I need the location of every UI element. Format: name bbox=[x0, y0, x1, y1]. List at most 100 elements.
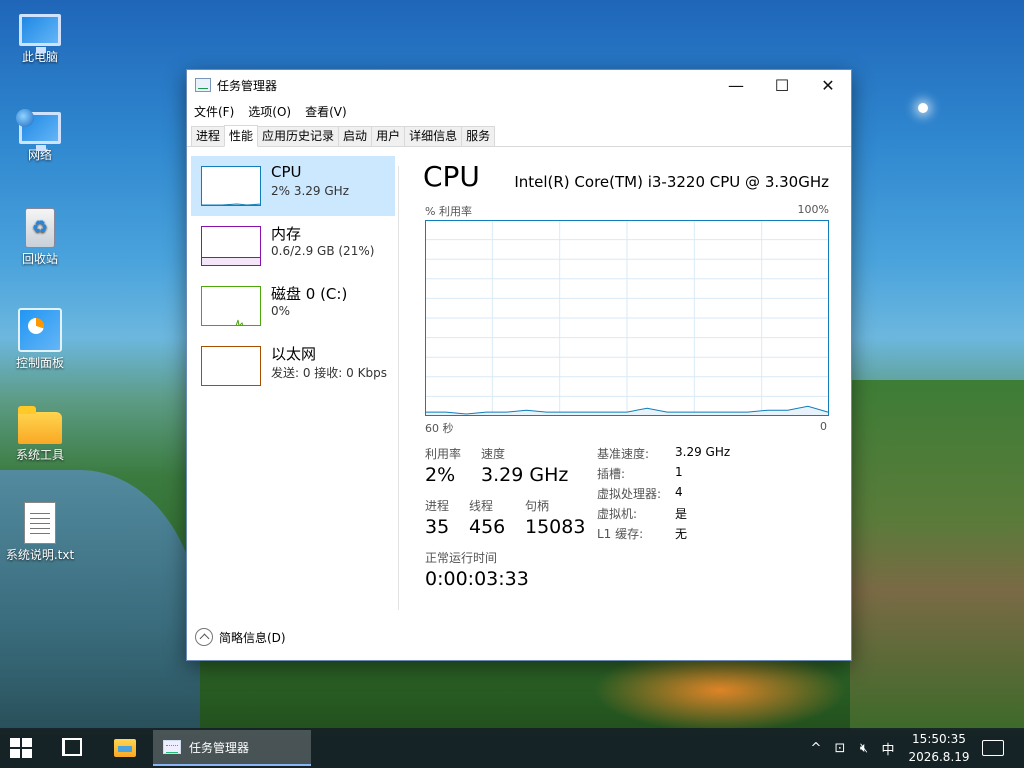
desktop-icon-recycle-bin[interactable]: 回收站 bbox=[0, 208, 80, 266]
volume-muted-icon[interactable]: 🔇︎ bbox=[852, 741, 876, 756]
menu-options[interactable]: 选项(O) bbox=[248, 103, 291, 120]
desktop-icon-label: 系统说明.txt bbox=[5, 548, 75, 562]
stat-label: 正常运行时间 bbox=[425, 551, 498, 565]
network-status-icon[interactable]: ⊡ bbox=[828, 741, 852, 756]
stat-processes: 进程 35 bbox=[425, 497, 449, 538]
network-icon bbox=[16, 109, 61, 151]
detail-key: 基准速度: bbox=[597, 447, 650, 461]
tab-app-history[interactable]: 应用历史记录 bbox=[257, 126, 340, 146]
close-button[interactable]: ✕ bbox=[805, 70, 851, 100]
clock[interactable]: 15:50:35 2026.8.19 bbox=[908, 730, 970, 766]
stat-threads: 线程 456 bbox=[469, 497, 505, 538]
stat-handles: 句柄 15083 bbox=[525, 497, 585, 538]
detail-value: 3.29 GHz bbox=[675, 445, 731, 459]
task-manager-window: 任务管理器 — ☐ ✕ 文件(F) 选项(O) 查看(V) 进程 性能 应用历史… bbox=[186, 69, 852, 661]
resource-name: CPU bbox=[271, 163, 302, 181]
cpu-model: Intel(R) Core(TM) i3-3220 CPU @ 3.30GHz bbox=[514, 173, 829, 191]
resource-item-ethernet[interactable]: 以太网 发送: 0 接收: 0 Kbps bbox=[191, 336, 395, 396]
menu-file[interactable]: 文件(F) bbox=[194, 103, 234, 120]
desktop-icon-control-panel[interactable]: 控制面板 bbox=[0, 308, 80, 370]
stat-uptime: 正常运行时间 0:00:03:33 bbox=[425, 549, 529, 590]
task-manager-app-icon bbox=[195, 78, 211, 92]
desktop-icon-readme[interactable]: 系统说明.txt bbox=[0, 502, 80, 562]
stat-value: 15083 bbox=[525, 516, 586, 538]
detail-key: 插槽: bbox=[597, 467, 626, 481]
windows-logo-icon bbox=[22, 749, 32, 758]
detail-row: L1 缓存: 无 bbox=[597, 525, 827, 545]
tab-services[interactable]: 服务 bbox=[461, 126, 496, 146]
detail-row: 虚拟处理器: 4 bbox=[597, 485, 827, 505]
minimize-button[interactable]: — bbox=[713, 70, 759, 100]
graph-x-left-label: 60 秒 bbox=[425, 422, 454, 435]
fewer-details-link[interactable]: 简略信息(D) bbox=[195, 628, 286, 646]
cpu-heading: CPU bbox=[423, 160, 480, 193]
detail-key: 虚拟机: bbox=[597, 507, 638, 521]
detail-key: L1 缓存: bbox=[597, 527, 644, 541]
tab-users[interactable]: 用户 bbox=[371, 126, 406, 146]
cpu-thumbnail-line bbox=[202, 203, 260, 205]
start-button[interactable] bbox=[10, 738, 32, 758]
desktop-icon-system-tools[interactable]: 系统工具 bbox=[0, 404, 80, 462]
stat-label: 线程 bbox=[469, 499, 494, 513]
desktop-icon-label: 控制面板 bbox=[15, 356, 64, 370]
stat-speed: 速度 3.29 GHz bbox=[481, 445, 568, 486]
detail-row: 基准速度: 3.29 GHz bbox=[597, 445, 827, 465]
control-panel-icon bbox=[18, 308, 62, 352]
stat-value: 35 bbox=[425, 516, 450, 538]
stat-value: 456 bbox=[469, 516, 506, 538]
windows-logo-icon bbox=[22, 738, 32, 747]
detail-value: 是 bbox=[675, 507, 688, 521]
memory-fill bbox=[202, 257, 260, 265]
tab-details[interactable]: 详细信息 bbox=[404, 126, 463, 146]
task-view-button[interactable] bbox=[62, 738, 82, 756]
file-explorer-button[interactable] bbox=[114, 739, 136, 757]
menu-view[interactable]: 查看(V) bbox=[305, 103, 347, 120]
resource-item-cpu[interactable]: CPU 2% 3.29 GHz bbox=[191, 156, 395, 216]
resource-name: 以太网 bbox=[271, 345, 317, 363]
tab-strip: 进程 性能 应用历史记录 启动 用户 详细信息 服务 bbox=[187, 125, 851, 147]
resource-detail: 2% 3.29 GHz bbox=[271, 184, 350, 198]
resource-list: CPU 2% 3.29 GHz 内存 0.6/2.9 GB (21%) 磁盘 0… bbox=[191, 156, 395, 612]
windows-logo-icon bbox=[10, 749, 20, 758]
stat-label: 利用率 bbox=[425, 447, 462, 461]
taskbar: 任务管理器 ^ ⊡ 🔇︎ 中 15:50:35 2026.8.19 bbox=[0, 728, 1024, 768]
graph-x-right-label: 0 bbox=[820, 420, 827, 433]
input-method-indicator[interactable]: 中 bbox=[876, 739, 900, 758]
windows-logo-icon bbox=[10, 738, 20, 747]
desktop-icon-this-pc[interactable]: 此电脑 bbox=[0, 10, 80, 64]
resource-item-memory[interactable]: 内存 0.6/2.9 GB (21%) bbox=[191, 216, 395, 276]
recycle-bin-icon bbox=[25, 208, 55, 248]
desktop-icon-network[interactable]: 网络 bbox=[0, 108, 80, 162]
cpu-details-table: 基准速度: 3.29 GHz 插槽: 1 虚拟处理器: 4 虚拟机: 是 L1 … bbox=[597, 445, 827, 545]
notification-center-icon[interactable] bbox=[982, 740, 1004, 756]
cpu-thumbnail-graph bbox=[201, 166, 261, 206]
detail-value: 1 bbox=[675, 465, 683, 479]
clock-date: 2026.8.19 bbox=[908, 750, 970, 764]
cpu-usage-graph bbox=[425, 220, 829, 416]
stat-value: 2% bbox=[425, 464, 456, 486]
tab-performance[interactable]: 性能 bbox=[224, 125, 259, 147]
resource-detail: 0.6/2.9 GB (21%) bbox=[271, 244, 375, 258]
resource-item-disk[interactable]: 磁盘 0 (C:) 0% bbox=[191, 276, 395, 336]
wallpaper-moon bbox=[918, 103, 928, 113]
detail-row: 插槽: 1 bbox=[597, 465, 827, 485]
detail-row: 虚拟机: 是 bbox=[597, 505, 827, 525]
stat-value: 3.29 GHz bbox=[481, 464, 569, 486]
tab-processes[interactable]: 进程 bbox=[191, 126, 226, 146]
taskbar-task-manager[interactable]: 任务管理器 bbox=[153, 730, 311, 766]
desktop-icon-label: 系统工具 bbox=[15, 448, 64, 462]
show-hidden-icons-button[interactable]: ^ bbox=[804, 741, 828, 756]
wallpaper-hill bbox=[850, 380, 1024, 730]
desktop-icon-label: 回收站 bbox=[21, 252, 58, 266]
maximize-button[interactable]: ☐ bbox=[759, 70, 805, 100]
taskbar-app-label: 任务管理器 bbox=[189, 740, 250, 755]
folder-icon bbox=[18, 406, 62, 444]
memory-thumbnail-graph bbox=[201, 226, 261, 266]
tab-startup[interactable]: 启动 bbox=[338, 126, 373, 146]
text-file-icon bbox=[24, 502, 56, 544]
clock-time: 15:50:35 bbox=[912, 732, 966, 746]
chevron-up-icon bbox=[195, 628, 213, 646]
graph-y-max-label: 100% bbox=[797, 203, 829, 216]
title-bar[interactable]: 任务管理器 — ☐ ✕ bbox=[187, 70, 851, 100]
pane-divider[interactable] bbox=[398, 166, 399, 610]
